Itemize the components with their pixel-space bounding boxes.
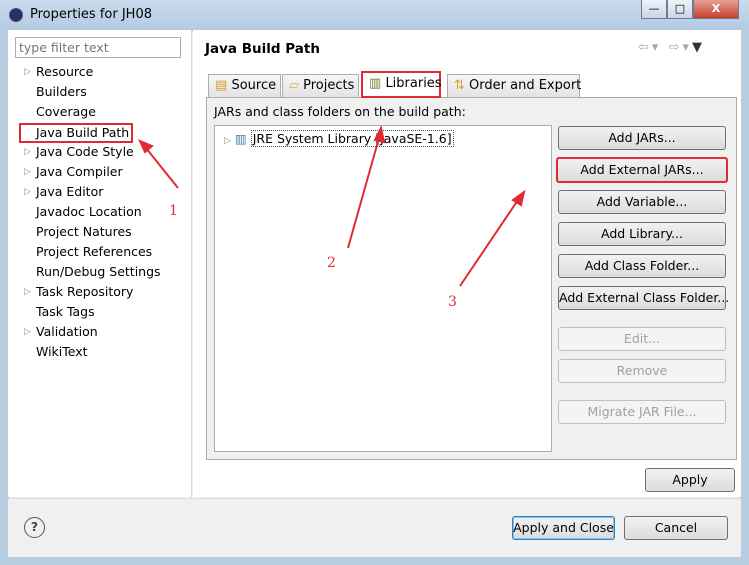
tree-item[interactable]: WikiText <box>36 344 88 362</box>
filter-input[interactable] <box>15 37 181 58</box>
help-icon[interactable]: ? <box>24 517 45 538</box>
maximize-button[interactable]: □ <box>667 0 693 19</box>
annotation-3: 3 <box>448 294 457 310</box>
folder-icon: ▱ <box>289 78 299 93</box>
tree-item[interactable]: Java Code Style <box>36 144 134 162</box>
nav-arrows[interactable]: ⇦▾ ⇨▾▼ <box>638 40 705 55</box>
list-item[interactable]: ▷ ▥ JRE System Library [JavaSE-1.6] <box>224 130 454 147</box>
jre-library-icon: ▥ <box>234 131 247 146</box>
tab-source[interactable]: ▤ Source <box>208 74 281 97</box>
tab-projects[interactable]: ▱ Projects <box>282 74 359 97</box>
order-icon: ⇅ <box>454 78 465 93</box>
tree-item[interactable]: Builders <box>36 84 87 102</box>
expand-arrow-icon[interactable]: ▷ <box>24 147 31 157</box>
annotation-2: 2 <box>327 255 336 271</box>
apply-and-close-button[interactable]: Apply and Close <box>512 516 615 540</box>
button-migrate-jar-file[interactable]: Migrate JAR File... <box>558 400 726 424</box>
menu-icon[interactable]: ▼ <box>692 40 705 55</box>
tree-item[interactable]: Task Repository <box>36 284 133 302</box>
eclipse-icon <box>9 8 23 22</box>
list-label: JARs and class folders on the build path… <box>214 104 466 119</box>
cancel-button[interactable]: Cancel <box>624 516 728 540</box>
tree-item[interactable]: Project References <box>36 244 152 262</box>
tree-item[interactable]: Resource <box>36 64 93 82</box>
button-add-library[interactable]: Add Library... <box>558 222 726 246</box>
library-icon: ▥ <box>369 76 382 91</box>
button-add-variable[interactable]: Add Variable... <box>558 190 726 214</box>
expand-arrow-icon[interactable]: ▷ <box>24 67 31 77</box>
expand-arrow-icon[interactable]: ▷ <box>24 287 31 297</box>
back-icon[interactable]: ⇦▾ <box>638 40 661 55</box>
tree-item[interactable]: Java Compiler <box>36 164 123 182</box>
button-edit[interactable]: Edit... <box>558 327 726 351</box>
expand-arrow-icon[interactable]: ▷ <box>24 167 31 177</box>
close-button[interactable]: X <box>693 0 739 19</box>
tab-libraries[interactable]: ▥ Libraries <box>361 71 442 98</box>
tree-item[interactable]: Task Tags <box>36 304 95 322</box>
tree-item[interactable]: Validation <box>36 324 98 342</box>
tab-order-export[interactable]: ⇅ Order and Export <box>447 74 581 97</box>
button-add-external-jars[interactable]: Add External JARs... <box>556 157 728 183</box>
page-title: Java Build Path <box>205 41 320 57</box>
expand-arrow-icon[interactable]: ▷ <box>24 327 31 337</box>
tree-item[interactable]: Javadoc Location <box>36 204 142 222</box>
source-icon: ▤ <box>215 78 228 93</box>
tree-item[interactable]: Java Editor <box>36 184 103 202</box>
button-remove[interactable]: Remove <box>558 359 726 383</box>
expand-arrow-icon[interactable]: ▷ <box>224 136 231 146</box>
button-add-jars[interactable]: Add JARs... <box>558 126 726 150</box>
button-add-external-class-folder[interactable]: Add External Class Folder... <box>558 286 729 310</box>
expand-arrow-icon[interactable]: ▷ <box>24 187 31 197</box>
window-title: Properties for JH08 <box>30 7 152 22</box>
button-add-class-folder[interactable]: Add Class Folder... <box>558 254 726 278</box>
build-path-list[interactable]: ▷ ▥ JRE System Library [JavaSE-1.6] <box>214 125 552 452</box>
tree-item[interactable]: Coverage <box>36 104 96 122</box>
apply-button[interactable]: Apply <box>645 468 735 492</box>
tree-item[interactable]: Java Build Path <box>19 123 134 143</box>
annotation-1: 1 <box>169 203 178 219</box>
forward-icon[interactable]: ⇨▾ <box>669 40 692 55</box>
tree-item[interactable]: Run/Debug Settings <box>36 264 161 282</box>
minimize-button[interactable]: — <box>641 0 667 19</box>
tree-item[interactable]: Project Natures <box>36 224 132 242</box>
